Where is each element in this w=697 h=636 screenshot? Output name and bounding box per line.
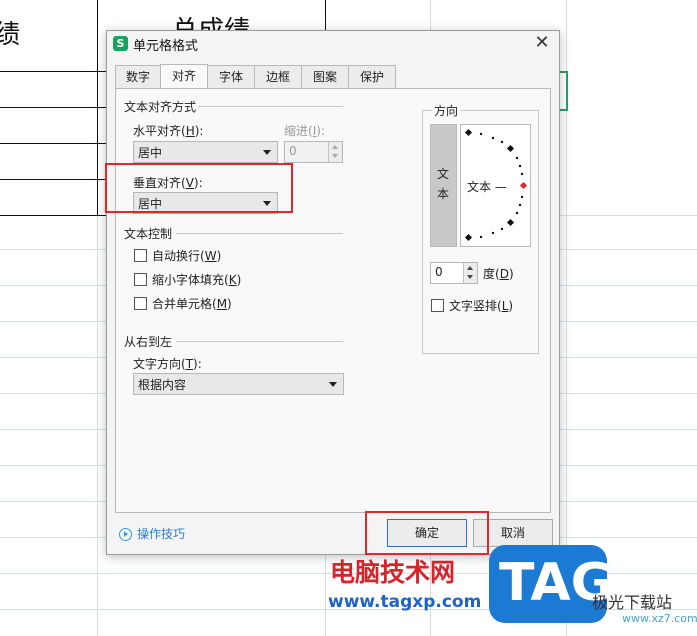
section-orientation: 方向 — [432, 102, 461, 119]
play-circle-icon[interactable] — [119, 528, 132, 541]
orientation-dial[interactable]: 文本 — — [460, 124, 531, 247]
divider — [198, 106, 343, 107]
table-border — [0, 179, 106, 180]
vertical-text-char-2: 本 — [437, 187, 450, 201]
text-direction-select[interactable]: 根据内容 — [133, 373, 344, 395]
tab-alignment[interactable]: 对齐 — [160, 64, 208, 89]
tab-font[interactable]: 字体 — [207, 65, 255, 88]
degrees-value: 0 — [435, 265, 443, 279]
text-direction-label: 文字方向(T): — [133, 357, 202, 371]
close-icon[interactable]: ✕ — [531, 32, 553, 54]
horizontal-align-label: 水平对齐(H): — [133, 124, 204, 138]
stepper-buttons[interactable] — [463, 263, 477, 283]
arrow-up-icon — [467, 266, 473, 270]
tab-pattern[interactable]: 图案 — [301, 65, 349, 88]
vertical-text-char-1: 文 — [437, 167, 450, 181]
arrow-down-icon — [332, 154, 338, 158]
highlight-box — [105, 163, 293, 213]
watermark-url: www.tagxp.com — [328, 592, 482, 612]
wrap-text-label[interactable]: 自动换行(W) — [152, 247, 221, 264]
divider — [176, 341, 343, 342]
vertical-stack-label[interactable]: 文字竖排(L) — [449, 297, 513, 314]
tab-protection[interactable]: 保护 — [348, 65, 396, 88]
section-text-alignment: 文本对齐方式 — [124, 100, 197, 114]
indent-value: 0 — [289, 144, 297, 158]
section-right-to-left: 从右到左 — [124, 335, 173, 349]
arrow-down-icon — [467, 275, 473, 279]
vertical-text-button[interactable]: 文 本 — [430, 124, 457, 247]
merge-cells-label[interactable]: 合并单元格(M) — [152, 295, 232, 312]
stepper-buttons[interactable] — [328, 142, 342, 162]
degrees-stepper[interactable]: 0 — [430, 262, 478, 284]
shrink-to-fit-label[interactable]: 缩小字体填充(K) — [152, 271, 241, 288]
chevron-down-icon — [329, 382, 337, 387]
table-border — [0, 107, 106, 108]
tips-link[interactable]: 操作技巧 — [137, 525, 185, 542]
wps-app-icon: S — [113, 36, 128, 51]
tab-border[interactable]: 边框 — [254, 65, 302, 88]
merge-cells-checkbox[interactable] — [134, 297, 147, 310]
degrees-label: 度(D) — [483, 267, 514, 281]
selected-cell-indicator — [560, 71, 568, 111]
dial-text: 文本 — — [467, 180, 507, 194]
section-text-control: 文本控制 — [124, 227, 173, 241]
divider — [176, 233, 343, 234]
chevron-down-icon — [263, 150, 271, 155]
table-border — [97, 0, 98, 216]
horizontal-align-select[interactable]: 居中 — [133, 141, 278, 163]
highlight-box — [365, 511, 489, 555]
table-border — [0, 215, 106, 216]
dialog-titlebar[interactable]: S 单元格格式 ✕ — [107, 31, 559, 57]
wrap-text-checkbox[interactable] — [134, 249, 147, 262]
alignment-panel: 文本对齐方式 水平对齐(H): 居中 缩进(I): 0 垂直对齐(V): 居中 … — [115, 88, 551, 513]
watermark-small-text: 极光下载站 — [592, 593, 673, 612]
vertical-stack-checkbox[interactable] — [431, 299, 444, 312]
tab-number[interactable]: 数字 — [115, 65, 161, 88]
indent-label: 缩进(I): — [284, 124, 325, 138]
horizontal-align-value: 居中 — [138, 146, 163, 160]
table-border — [0, 143, 106, 144]
format-cells-dialog: S 单元格格式 ✕ 数字 对齐 字体 边框 图案 保护 文本对齐方式 水平对齐(… — [105, 30, 560, 555]
watermark-small-url: www.xz7.com — [622, 612, 697, 625]
watermark-site-name: 电脑技术网 — [330, 558, 456, 587]
indent-stepper[interactable]: 0 — [284, 141, 343, 163]
tag-logo: TAG — [489, 545, 613, 623]
cell-text-left: 绩 — [0, 20, 21, 50]
dialog-title: 单元格格式 — [133, 39, 199, 54]
shrink-to-fit-checkbox[interactable] — [134, 273, 147, 286]
arrow-up-icon — [332, 145, 338, 149]
text-direction-value: 根据内容 — [138, 378, 187, 392]
